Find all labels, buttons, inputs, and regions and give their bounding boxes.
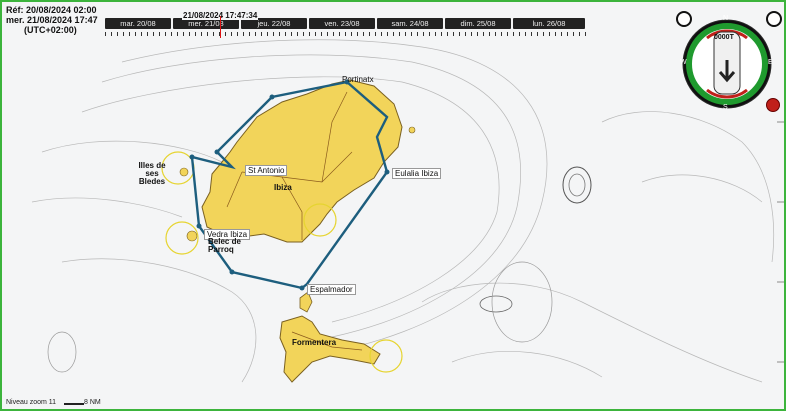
target-icon[interactable]: [676, 11, 692, 27]
place-ibiza: Ibiza: [274, 183, 292, 192]
islet-bledes: [179, 167, 189, 177]
compass-west: W: [680, 59, 687, 66]
scale-bar: [64, 403, 84, 405]
zoom-level: Niveau zoom 11: [6, 399, 57, 406]
islet-vedra: [186, 230, 198, 242]
place-santa-eulalia[interactable]: Eulalia Ibiza: [392, 168, 442, 179]
place-sant-antoni[interactable]: St Antonio: [245, 165, 288, 176]
grid-ticks: [777, 121, 784, 363]
timeline-day[interactable]: mar. 20/08: [105, 18, 171, 29]
islet-tagomago: [408, 126, 416, 134]
place-cala-d-hort: Belec de Parroq: [208, 237, 241, 254]
timeline-cursor[interactable]: [220, 16, 221, 38]
timeline-day[interactable]: ven. 23/08: [309, 18, 375, 29]
compass-speed: 0000T: [714, 34, 734, 41]
compass-north: N: [723, 15, 729, 22]
timeline-ticks: [105, 32, 588, 36]
timezone: (UTC+02:00): [24, 25, 77, 35]
timeline-day[interactable]: dim. 25/08: [445, 18, 511, 29]
seamount-south: [479, 295, 513, 313]
info-panel: Réf: 20/08/2024 02:00 mer. 21/08/2024 17…: [6, 5, 98, 35]
formentera-island: [279, 315, 381, 383]
map-viewport[interactable]: Réf: 20/08/2024 02:00 mer. 21/08/2024 17…: [0, 0, 786, 411]
alarm-icon[interactable]: [766, 98, 780, 112]
seamount-east: [562, 166, 592, 204]
compass-east: E: [768, 59, 773, 66]
place-portinatx: Portinatx: [342, 75, 374, 84]
compass-south: S: [723, 104, 728, 111]
place-ses-bledes: Illes de ses Bledes: [138, 161, 166, 186]
scale-label: 8 NM: [84, 399, 101, 406]
espalmador-islet: [299, 291, 313, 313]
timeline-day[interactable]: lun. 26/08: [513, 18, 585, 29]
depth-contours: [31, 39, 774, 383]
nautical-chart[interactable]: [2, 2, 784, 409]
current-date: mer. 21/08/2024 17:47: [6, 15, 98, 25]
fullscreen-icon[interactable]: [766, 11, 782, 27]
place-formentera: Formentera: [292, 338, 337, 347]
reference-date: Réf: 20/08/2024 02:00: [6, 5, 97, 15]
timeline-day[interactable]: sam. 24/08: [377, 18, 443, 29]
place-espalmador[interactable]: Espalmador: [307, 284, 356, 295]
